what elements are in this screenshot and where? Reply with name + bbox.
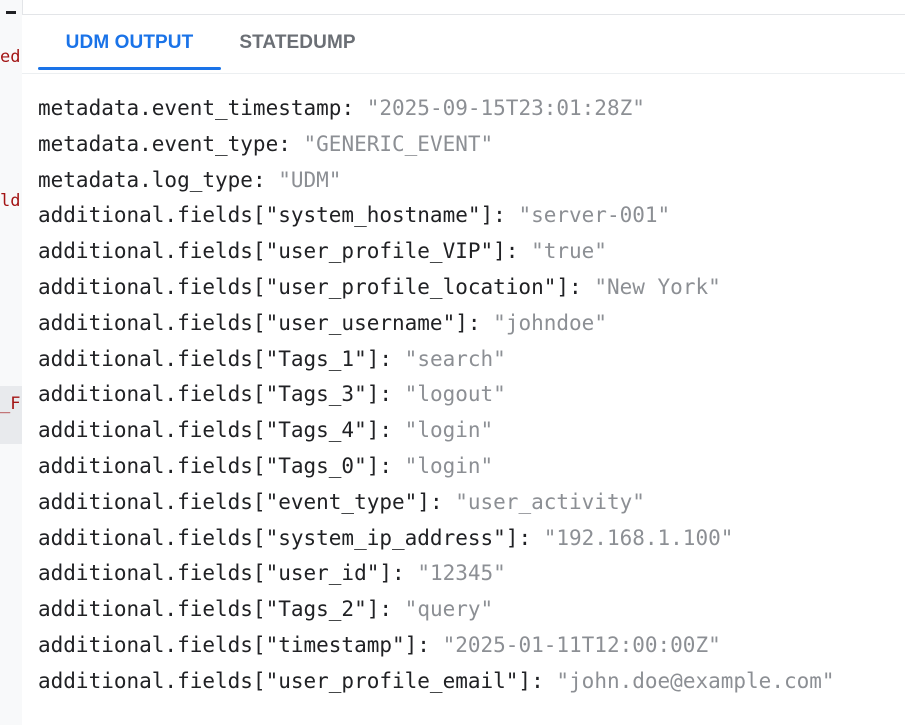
output-tabs: UDM OUTPUT STATEDUMP: [22, 15, 905, 74]
field-separator: :: [379, 597, 405, 622]
gutter-fragment-1: ed: [0, 47, 21, 67]
tab-statedump[interactable]: STATEDUMP: [235, 15, 360, 71]
field-separator: :: [379, 453, 405, 478]
field-key: additional.fields["system_ip_address"]: [38, 525, 519, 550]
field-separator: :: [467, 310, 494, 335]
field-value: "user_activity": [455, 489, 645, 514]
udm-output-line: additional.fields["Tags_0"]: "login": [38, 449, 903, 485]
field-value: "12345": [417, 561, 506, 586]
field-value: "192.168.1.100": [543, 525, 734, 550]
field-value: "search": [404, 346, 506, 371]
udm-output-line: additional.fields["Tags_4"]: "login": [38, 413, 903, 449]
field-key: additional.fields["Tags_2"]: [38, 597, 380, 622]
udm-output-line: additional.fields["Tags_2"]: "query": [38, 592, 903, 628]
field-value: "johndoe": [493, 310, 607, 335]
field-separator: :: [278, 131, 304, 156]
udm-output-line: additional.fields["system_hostname"]: "s…: [38, 198, 903, 234]
field-key: additional.fields["Tags_0"]: [38, 453, 380, 478]
field-separator: :: [379, 418, 405, 443]
tab-udm-output[interactable]: UDM OUTPUT: [38, 15, 221, 71]
field-separator: :: [417, 632, 443, 657]
field-separator: :: [505, 239, 532, 264]
field-key: additional.fields["system_hostname"]: [38, 203, 494, 228]
udm-output-line: additional.fields["timestamp"]: "2025-01…: [38, 628, 903, 664]
field-separator: :: [252, 167, 279, 192]
field-key: additional.fields["user_profile_location…: [38, 274, 570, 299]
udm-output-line: metadata.log_type: "UDM": [38, 163, 903, 199]
active-tab-indicator: [38, 67, 221, 70]
udm-output-line: additional.fields["user_profile_VIP"]: "…: [38, 234, 903, 270]
udm-output-line: additional.fields["user_id"]: "12345": [38, 556, 903, 592]
gutter-fragment-2: ld: [0, 191, 21, 211]
field-value: "true": [531, 239, 607, 264]
field-key: additional.fields["user_id"]: [38, 561, 393, 586]
field-key: additional.fields["event_type"]: [38, 489, 430, 514]
field-key: additional.fields["Tags_3"]: [38, 382, 380, 407]
field-value: "john.doe@example.com": [556, 668, 835, 693]
field-value: "server-001": [518, 203, 671, 228]
udm-output-line: additional.fields["event_type"]: "user_a…: [38, 485, 903, 521]
udm-output-line: additional.fields["Tags_3"]: "logout": [38, 377, 903, 413]
field-value: "logout": [404, 382, 506, 407]
field-value: "query": [404, 597, 494, 622]
udm-output-line: metadata.event_timestamp: "2025-09-15T23…: [38, 91, 903, 127]
gutter-dash: [6, 11, 16, 14]
udm-output-line: metadata.event_type: "GENERIC_EVENT": [38, 127, 903, 163]
field-key: additional.fields["Tags_1"]: [38, 346, 380, 371]
field-separator: :: [341, 96, 367, 120]
field-key: additional.fields["user_profile_email"]: [38, 668, 532, 693]
field-value: "GENERIC_EVENT": [303, 131, 494, 156]
field-separator: :: [379, 346, 405, 371]
field-value: "New York": [594, 274, 721, 299]
udm-output-line: additional.fields["user_profile_email"]:…: [38, 664, 903, 700]
field-separator: :: [531, 668, 557, 693]
udm-output-list: metadata.event_timestamp: "2025-09-15T23…: [38, 91, 903, 700]
field-key: additional.fields["Tags_4"]: [38, 418, 380, 443]
field-value: "login": [404, 418, 494, 443]
left-editor-gutter: ed ld _F: [0, 0, 23, 725]
field-key: additional.fields["timestamp"]: [38, 632, 418, 657]
field-value: "2025-09-15T23:01:28Z": [366, 96, 645, 120]
app-window: ed ld _F UDM OUTPUT STATEDUMP metadata.e…: [0, 0, 905, 725]
field-key: additional.fields["user_username"]: [38, 310, 468, 335]
field-key: metadata.log_type: [38, 167, 253, 192]
field-separator: :: [392, 561, 418, 586]
field-value: "UDM": [278, 167, 342, 192]
field-key: metadata.event_timestamp: [38, 96, 342, 120]
udm-output-line: additional.fields["user_profile_location…: [38, 270, 903, 306]
field-separator: :: [493, 203, 519, 228]
field-separator: :: [569, 274, 595, 299]
field-key: additional.fields["user_profile_VIP"]: [38, 239, 506, 264]
field-value: "2025-01-11T12:00:00Z": [442, 632, 721, 657]
field-separator: :: [518, 525, 544, 550]
field-separator: :: [379, 382, 405, 407]
udm-output-line: additional.fields["user_username"]: "joh…: [38, 306, 903, 342]
udm-output-line: additional.fields["Tags_1"]: "search": [38, 342, 903, 378]
udm-output-line: additional.fields["system_ip_address"]: …: [38, 521, 903, 557]
gutter-fragment-3: _F: [0, 394, 21, 414]
field-value: "login": [404, 453, 494, 478]
field-separator: :: [429, 489, 456, 514]
field-key: metadata.event_type: [38, 131, 279, 156]
output-panel: UDM OUTPUT STATEDUMP metadata.event_time…: [22, 14, 905, 725]
